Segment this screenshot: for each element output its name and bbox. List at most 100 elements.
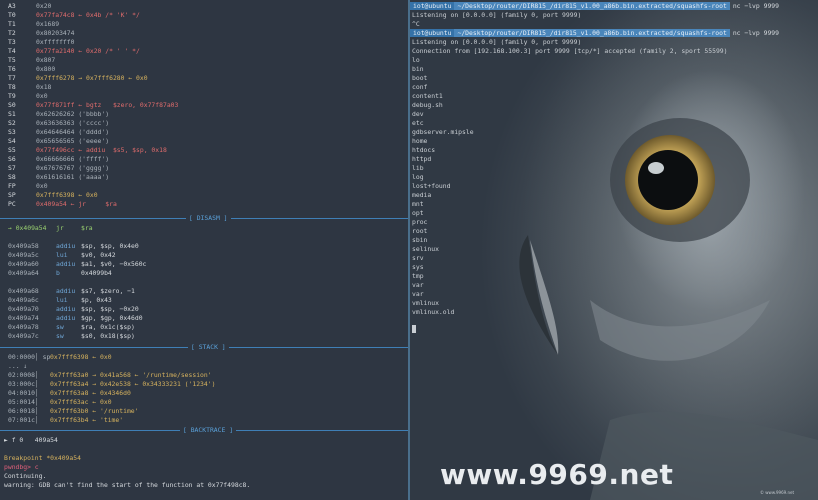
instruction-op: jr bbox=[56, 224, 64, 232]
instruction-address: 0x409a78 bbox=[8, 323, 39, 331]
register-value: 0x61616161 ('aaaa') bbox=[36, 173, 110, 181]
instruction-op: sw bbox=[56, 332, 64, 340]
backtrace-separator: [ BACKTRACE ] bbox=[0, 426, 408, 435]
listing-entry: var bbox=[412, 281, 424, 289]
listing-entry: proc bbox=[412, 218, 428, 226]
listing-entry: mnt bbox=[412, 200, 424, 208]
warning-line: warning: GDB can't find the start of the… bbox=[4, 481, 251, 489]
listing-entry: conf bbox=[412, 83, 428, 91]
listing-entry: vmlinux bbox=[412, 299, 439, 307]
listing-entry: httpd bbox=[412, 155, 432, 163]
stack-offset: 06:0018│ bbox=[8, 407, 39, 415]
register-name: T6 bbox=[8, 65, 16, 73]
pwndbg-terminal-pane[interactable]: A3 0x20 T0 0x77fa74c8 ← 0x4b /* 'K' */ T1 0x1… bbox=[0, 0, 408, 500]
register-value: 0x1689 bbox=[36, 20, 60, 28]
backtrace-label: BACKTRACE bbox=[190, 426, 226, 434]
stack-pointer: 0x7fff63b0 ← '/runtime' bbox=[50, 407, 139, 415]
instruction-address: 0x409a70 bbox=[8, 305, 39, 313]
instruction-op: addiu bbox=[56, 305, 76, 313]
register-name: S6 bbox=[8, 155, 16, 163]
title-command: nc −lvp 9999 bbox=[732, 29, 779, 37]
terminal-cursor[interactable] bbox=[412, 325, 416, 333]
instruction-address: 0x409a64 bbox=[8, 269, 39, 277]
listing-entry: etc bbox=[412, 119, 424, 127]
breakpoint-line: Breakpoint *0x409a54 bbox=[4, 454, 81, 462]
register-value: 0x7fff6278 → 0x7fff6280 ← 0x0 bbox=[36, 74, 148, 82]
register-value: 0x67676767 ('gggg') bbox=[36, 164, 110, 172]
instruction-op: addiu bbox=[56, 260, 76, 268]
listing-entry: opt bbox=[412, 209, 424, 217]
connection-line: Connection from [192.168.100.3] port 999… bbox=[412, 47, 728, 55]
register-name: T1 bbox=[8, 20, 16, 28]
register-name: FP bbox=[8, 182, 16, 190]
desktop-screen: A3 0x20 T0 0x77fa74c8 ← 0x4b /* 'K' */ T1 0x1… bbox=[0, 0, 818, 500]
title-command: nc −lvp 9999 bbox=[732, 2, 779, 10]
listing-entry: selinux bbox=[412, 245, 439, 253]
instruction-address: 0x409a60 bbox=[8, 260, 39, 268]
owl-background-image bbox=[519, 0, 818, 500]
watermark-text: www.9969.net bbox=[440, 458, 674, 491]
terminal-title-2: iot@ubuntu ~/Desktop/router/DIR815_/dir81… bbox=[410, 29, 818, 38]
listing-entry: var bbox=[412, 290, 424, 298]
instruction-args: $ra, 0x1c($sp) bbox=[81, 323, 135, 331]
continuing-line: Continuing. bbox=[4, 472, 47, 480]
register-value: 0x20 bbox=[36, 2, 52, 10]
title-user: iot@ubuntu bbox=[410, 29, 455, 37]
listing-entry: htdocs bbox=[412, 146, 436, 154]
copyright-mark: © www.9969.net bbox=[760, 490, 795, 495]
register-value: 0x66666666 ('ffff') bbox=[36, 155, 110, 163]
listing-entry: dev bbox=[412, 110, 424, 118]
listing-entry: gdbserver.mipsle bbox=[412, 128, 474, 136]
register-value: 0x65656565 ('eeee') bbox=[36, 137, 110, 145]
listing-entry: vmlinux.old bbox=[412, 308, 455, 316]
listing-entry: lo bbox=[412, 56, 420, 64]
listing-entry: home bbox=[412, 137, 428, 145]
interrupt-line: ^C bbox=[412, 20, 420, 28]
listing-entry: content1 bbox=[412, 92, 443, 100]
title-path: ~/Desktop/router/DIR815_/dir815_v1.00_a8… bbox=[454, 29, 730, 37]
listing-entry: bin bbox=[412, 65, 424, 73]
listening-line-1: Listening on [0.0.0.0] (family 0, port 9… bbox=[412, 11, 582, 19]
instruction-args: $gp, $gp, 0x46d0 bbox=[81, 314, 143, 322]
register-value: 0x63636363 ('cccc') bbox=[36, 119, 110, 127]
disasm-separator: [ DISASM ] bbox=[0, 214, 408, 223]
register-name: S8 bbox=[8, 173, 16, 181]
register-name: SP bbox=[8, 191, 16, 199]
instruction-address: 0x409a7c bbox=[8, 332, 39, 340]
register-name: S4 bbox=[8, 137, 16, 145]
register-value: 0x7fff6398 ← 0x0 bbox=[36, 191, 98, 199]
gdb-prompt-line[interactable]: pwndbg> c bbox=[4, 463, 39, 472]
listing-entry: log bbox=[412, 173, 424, 181]
register-name: T8 bbox=[8, 83, 16, 91]
instruction-op: b bbox=[56, 269, 60, 277]
register-name: S0 bbox=[8, 101, 16, 109]
instruction-args: $p, 0x43 bbox=[81, 296, 112, 304]
register-name: S7 bbox=[8, 164, 16, 172]
instruction-op: sw bbox=[56, 323, 64, 331]
instruction-args: 0x4099b4 bbox=[81, 269, 112, 277]
register-value: 0x62626262 ('bbbb') bbox=[36, 110, 110, 118]
register-value: 0xfffffff0 bbox=[36, 38, 75, 46]
disasm-label: DISASM bbox=[196, 214, 220, 222]
register-name: T3 bbox=[8, 38, 16, 46]
instruction-op: addiu bbox=[56, 314, 76, 322]
stack-pointer: 0x7fff6398 ← 0x0 bbox=[50, 353, 112, 361]
register-value: 0x800 bbox=[36, 65, 56, 73]
register-value: 0x80203474 bbox=[36, 29, 75, 37]
netcat-terminal-pane[interactable]: iot@ubuntu ~/Desktop/router/DIR815_/dir81… bbox=[410, 0, 818, 500]
listing-entry: tmp bbox=[412, 272, 424, 280]
register-value: 0x77f871ff ← bgtz $zero, 0x77f87a03 bbox=[36, 101, 179, 109]
instruction-args: $v0, 0x42 bbox=[81, 251, 116, 259]
listening-line-2: Listening on [0.0.0.0] (family 0, port 9… bbox=[412, 38, 582, 46]
instruction-args: $ra bbox=[81, 224, 93, 232]
instruction-op: addiu bbox=[56, 287, 76, 295]
stack-offset: ... ↓ bbox=[8, 362, 28, 370]
stack-offset: 03:000c│ bbox=[8, 380, 39, 388]
instruction-address: → 0x409a54 bbox=[8, 224, 47, 232]
register-value: 0x77f496cc ← addiu $s5, $sp, 0x18 bbox=[36, 146, 167, 154]
stack-offset: 07:001c│ bbox=[8, 416, 39, 424]
register-value: 0x409a54 ← jr $ra bbox=[36, 200, 117, 208]
instruction-address: 0x409a6c bbox=[8, 296, 39, 304]
title-path: ~/Desktop/router/DIR815_/dir815_v1.00_a8… bbox=[454, 2, 730, 10]
register-name: T4 bbox=[8, 47, 16, 55]
